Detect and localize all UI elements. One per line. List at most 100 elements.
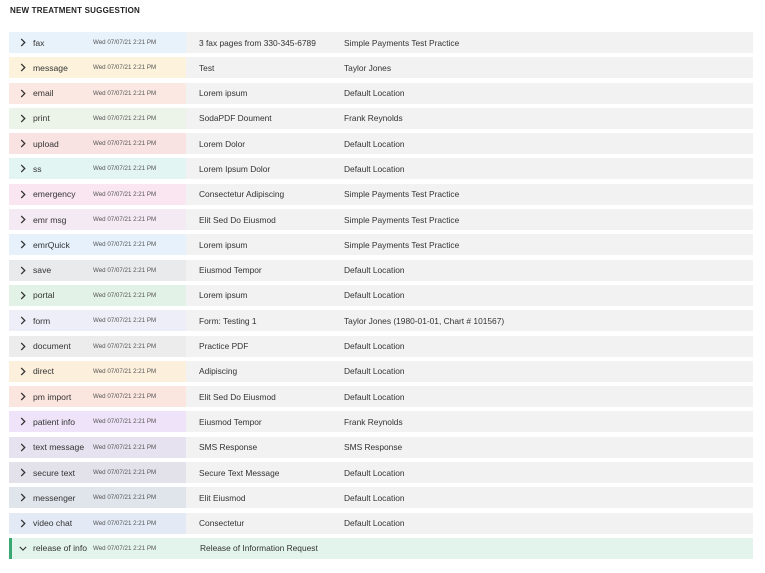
row-description: SodaPDF Doument bbox=[199, 113, 272, 124]
row-location: Default Location bbox=[344, 163, 405, 174]
row-timestamp: Wed 07/07/21 2:21 PM bbox=[93, 216, 157, 224]
chevron-right-icon[interactable] bbox=[13, 209, 33, 230]
list-item[interactable]: form Wed 07/07/21 2:21 PM Form: Testing 1 T… bbox=[9, 310, 753, 332]
row-timestamp: Wed 07/07/21 2:21 PM bbox=[93, 39, 157, 46]
list-item[interactable]: print Wed 07/07/21 2:21 PM SodaPDF Doument… bbox=[9, 107, 753, 129]
row-description: Test bbox=[199, 62, 215, 73]
chevron-right-icon[interactable] bbox=[13, 336, 33, 357]
chevron-right-icon[interactable] bbox=[13, 108, 33, 129]
chevron-right-icon[interactable] bbox=[13, 361, 33, 382]
row-description: Consectetur bbox=[199, 518, 245, 529]
chevron-right-icon[interactable] bbox=[13, 487, 33, 508]
row-type-cell: text message Wed 07/07/21 2:21 PM bbox=[9, 436, 186, 458]
row-type-label: message bbox=[33, 62, 68, 73]
row-location: Simple Payments Test Practice bbox=[344, 214, 460, 225]
list-item[interactable]: fax Wed 07/07/21 2:21 PM 3 fax pages from … bbox=[9, 32, 753, 53]
row-type-cell: form Wed 07/07/21 2:21 PM bbox=[9, 310, 186, 332]
row-location: Simple Payments Test Practice bbox=[344, 37, 460, 48]
row-timestamp: Wed 07/07/21 2:21 PM bbox=[93, 317, 157, 325]
row-type-label: patient info bbox=[33, 416, 76, 427]
list-item[interactable]: message Wed 07/07/21 2:21 PM Test Taylor Jo… bbox=[9, 57, 753, 79]
chevron-right-icon[interactable] bbox=[13, 133, 33, 154]
chevron-right-icon[interactable] bbox=[13, 234, 33, 255]
row-type-label: emr msg bbox=[33, 214, 67, 225]
row-timestamp: Wed 07/07/21 2:21 PM bbox=[93, 89, 157, 97]
list-item[interactable]: emrQuick Wed 07/07/21 2:21 PM Lorem ipsum… bbox=[9, 234, 753, 256]
row-location: Default Location bbox=[344, 341, 405, 352]
row-description: Eiusmod Tempor bbox=[199, 416, 262, 427]
list-item[interactable]: upload Wed 07/07/21 2:21 PM Lorem Dolor De… bbox=[9, 133, 753, 155]
row-type-label: fax bbox=[33, 37, 45, 48]
list-item[interactable]: pm import Wed 07/07/21 2:21 PM Elit Sed Do… bbox=[9, 386, 753, 408]
row-type-cell: pm import Wed 07/07/21 2:21 PM bbox=[9, 386, 186, 408]
list-item[interactable]: release of info Wed 07/07/21 2:21 PM Relea… bbox=[9, 537, 753, 559]
row-location: Simple Payments Test Practice bbox=[344, 239, 460, 250]
row-description: SMS Response bbox=[199, 442, 258, 453]
row-description: Lorem Dolor bbox=[199, 138, 246, 149]
row-location: Frank Reynolds bbox=[344, 416, 403, 427]
row-location: Taylor Jones (1980-01-01, Chart # 101567… bbox=[344, 315, 505, 326]
row-type-cell: patient info Wed 07/07/21 2:21 PM bbox=[9, 411, 186, 433]
list-item[interactable]: secure text Wed 07/07/21 2:21 PM Secure Te… bbox=[9, 462, 753, 484]
list-item[interactable]: portal Wed 07/07/21 2:21 PM Lorem ipsum De… bbox=[9, 284, 753, 306]
chevron-right-icon[interactable] bbox=[13, 386, 33, 407]
chevron-right-icon[interactable] bbox=[13, 158, 33, 179]
list-item[interactable]: direct Wed 07/07/21 2:21 PM Adipiscing Defa… bbox=[9, 360, 753, 382]
row-location: Default Location bbox=[344, 467, 405, 478]
row-description: Elit Sed Do Eiusmod bbox=[199, 214, 276, 225]
list-item[interactable]: save Wed 07/07/21 2:21 PM Eiusmod Tempor De… bbox=[9, 259, 753, 281]
chevron-right-icon[interactable] bbox=[13, 437, 33, 458]
list-item[interactable]: text message Wed 07/07/21 2:21 PM SMS Resp… bbox=[9, 436, 753, 458]
row-type-label: document bbox=[33, 341, 71, 352]
row-type-cell: emrQuick Wed 07/07/21 2:21 PM bbox=[9, 234, 186, 256]
row-location: Default Location bbox=[344, 366, 405, 377]
list-item[interactable]: document Wed 07/07/21 2:21 PM Practice PDF… bbox=[9, 335, 753, 357]
row-timestamp: Wed 07/07/21 2:21 PM bbox=[93, 469, 157, 477]
row-type-label: email bbox=[33, 88, 54, 99]
row-description: Secure Text Message bbox=[199, 467, 280, 478]
row-type-label: video chat bbox=[33, 518, 73, 529]
chevron-right-icon[interactable] bbox=[13, 513, 33, 534]
row-description: Release of Information Request bbox=[200, 543, 318, 554]
chevron-right-icon[interactable] bbox=[13, 260, 33, 281]
row-location: SMS Response bbox=[344, 442, 403, 453]
chevron-right-icon[interactable] bbox=[13, 57, 33, 78]
row-type-label: direct bbox=[33, 366, 55, 377]
row-type-cell: video chat Wed 07/07/21 2:21 PM bbox=[9, 512, 186, 534]
chevron-down-icon[interactable] bbox=[13, 538, 33, 559]
list-item[interactable]: video chat Wed 07/07/21 2:21 PM Consectetu… bbox=[9, 512, 753, 534]
row-description: 3 fax pages from 330-345-6789 bbox=[199, 37, 316, 48]
list-item[interactable]: patient info Wed 07/07/21 2:21 PM Eiusmod … bbox=[9, 411, 753, 433]
row-description: Consectetur Adipiscing bbox=[199, 189, 285, 200]
list-item[interactable]: ss Wed 07/07/21 2:21 PM Lorem Ipsum Dolor… bbox=[9, 158, 753, 180]
chevron-right-icon[interactable] bbox=[13, 83, 33, 104]
chevron-right-icon[interactable] bbox=[13, 411, 33, 432]
list-item[interactable]: messenger Wed 07/07/21 2:21 PM Elit Eiusmo… bbox=[9, 487, 753, 509]
row-description: Eiusmod Tempor bbox=[199, 265, 262, 276]
row-timestamp: Wed 07/07/21 2:21 PM bbox=[93, 342, 157, 350]
row-type-label: form bbox=[33, 315, 51, 326]
row-location: Default Location bbox=[344, 518, 405, 529]
row-description: Form: Testing 1 bbox=[199, 315, 257, 326]
list-item[interactable]: emr msg Wed 07/07/21 2:21 PM Elit Sed Do E… bbox=[9, 209, 753, 231]
row-type-cell: portal Wed 07/07/21 2:21 PM bbox=[9, 284, 186, 306]
page-title: NEW TREATMENT SUGGESTION bbox=[10, 6, 140, 15]
list-item[interactable]: emergency Wed 07/07/21 2:21 PM Consectetu… bbox=[9, 183, 753, 205]
list-item[interactable]: email Wed 07/07/21 2:21 PM Lorem ipsum Def… bbox=[9, 82, 753, 104]
row-description: Adipiscing bbox=[199, 366, 238, 377]
row-type-label: portal bbox=[33, 290, 55, 301]
row-type-cell: emr msg Wed 07/07/21 2:21 PM bbox=[9, 209, 186, 231]
chevron-right-icon[interactable] bbox=[13, 462, 33, 483]
row-type-label: secure text bbox=[33, 467, 76, 478]
row-location: Default Location bbox=[344, 290, 405, 301]
chevron-right-icon[interactable] bbox=[13, 32, 33, 53]
row-type-cell: message Wed 07/07/21 2:21 PM bbox=[9, 57, 186, 79]
row-type-cell: emergency Wed 07/07/21 2:21 PM bbox=[9, 183, 186, 205]
row-description: Practice PDF bbox=[199, 341, 249, 352]
chevron-right-icon[interactable] bbox=[13, 285, 33, 306]
chevron-right-icon[interactable] bbox=[13, 184, 33, 205]
row-type-cell: email Wed 07/07/21 2:21 PM bbox=[9, 82, 186, 104]
row-timestamp: Wed 07/07/21 2:21 PM bbox=[93, 64, 157, 72]
treatment-list: fax Wed 07/07/21 2:21 PM 3 fax pages from … bbox=[9, 32, 753, 563]
chevron-right-icon[interactable] bbox=[13, 310, 33, 331]
